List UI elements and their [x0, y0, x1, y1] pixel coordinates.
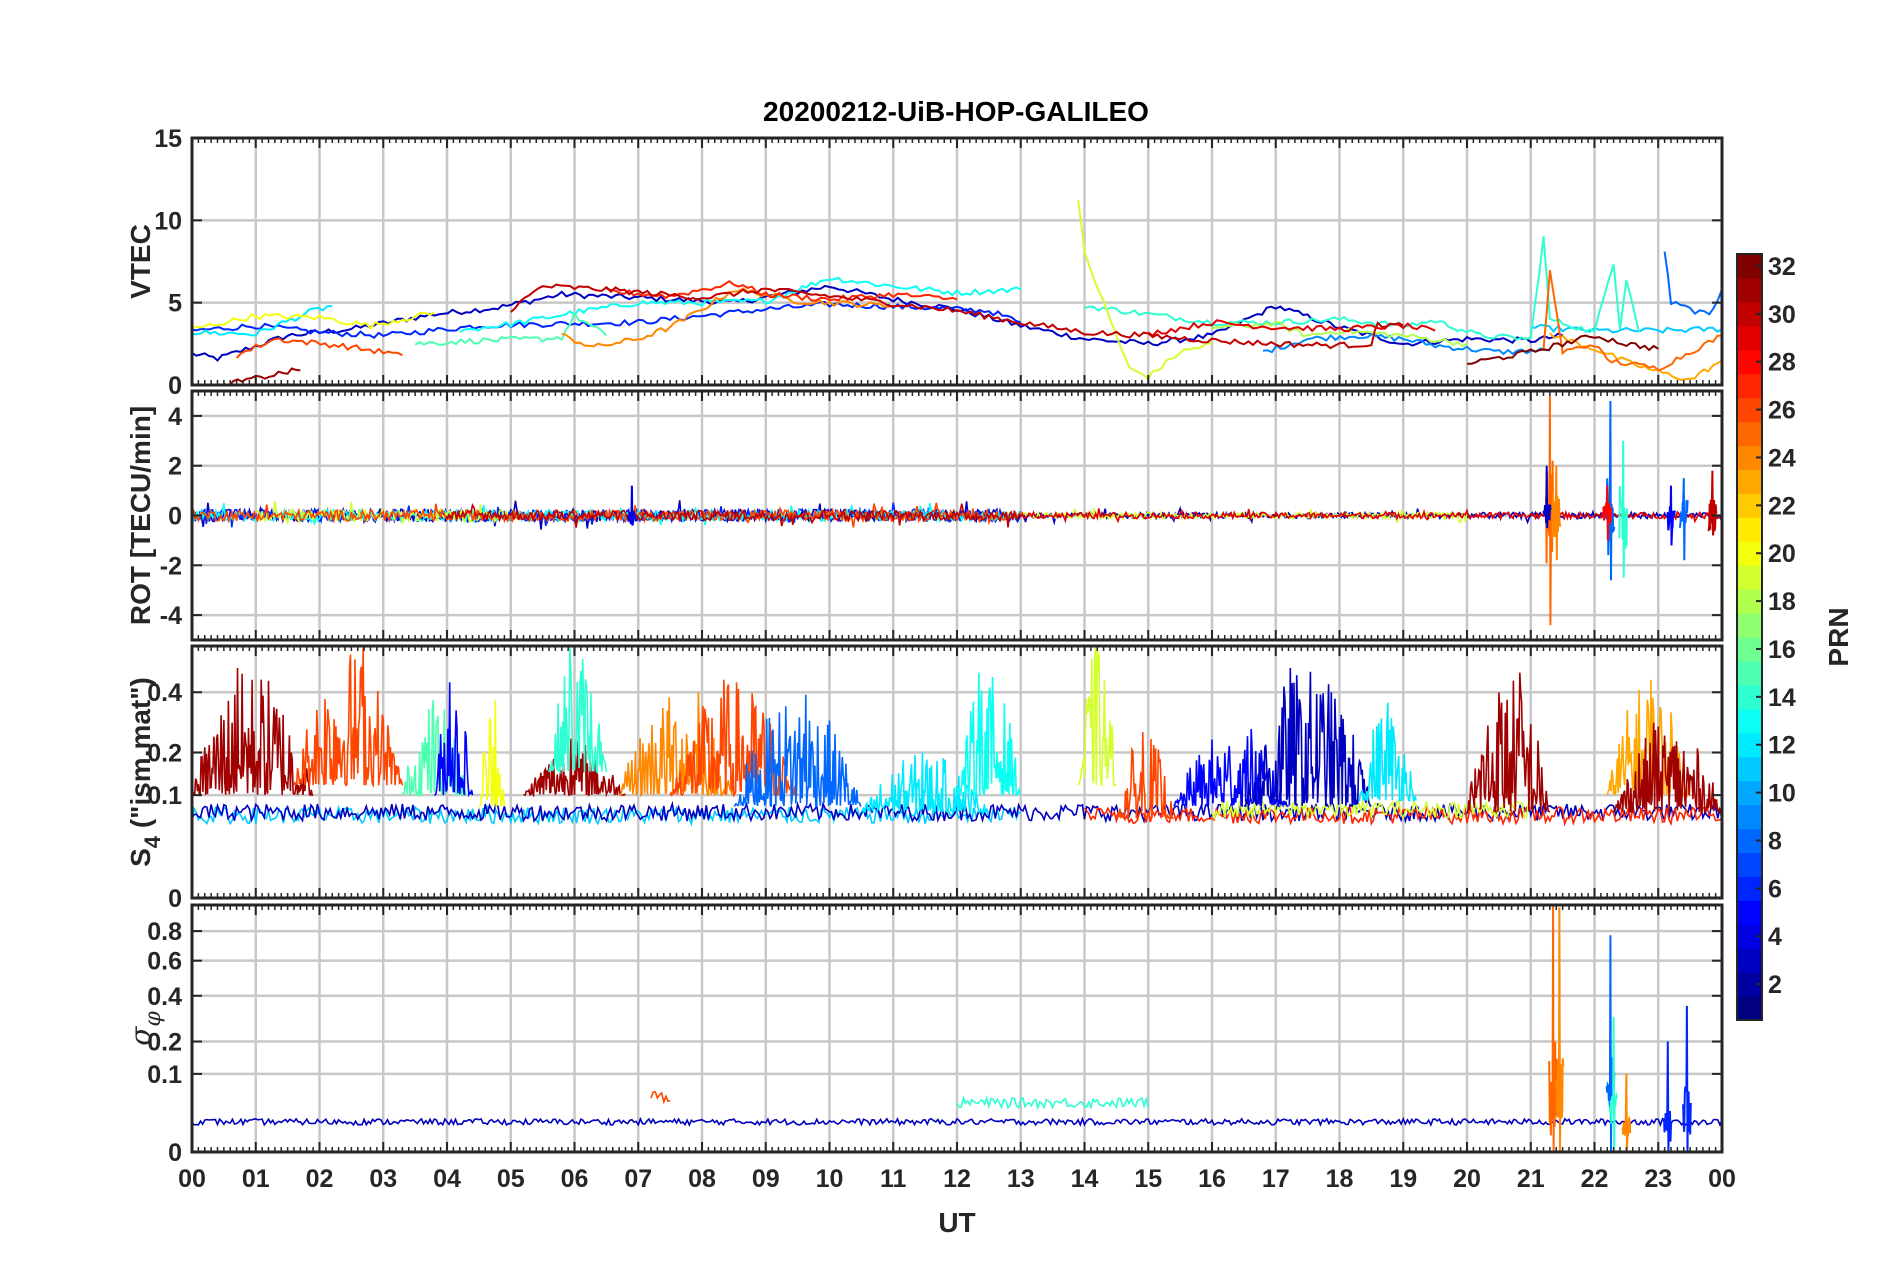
figure: 20200212-UiB-HOP-GALILEO 051015VTEC-4-20…: [124, 96, 1854, 1238]
y-axis-label-subscript: φ: [141, 1011, 166, 1027]
colorbar-tick-label: 30: [1768, 301, 1796, 329]
panel-3: 00.10.20.40.60.8σφ: [124, 903, 1724, 1167]
colorbar-segment: [1737, 373, 1762, 399]
panels: 0 5 10 15 VTEC -4 -2 0 2 4 ROT [TECU/min] 00.10.20.…: [124, 125, 1724, 1167]
x-tick-label: 05: [497, 1165, 525, 1193]
panel-2: 00.10.20.4S4 ("ism.mat"): [125, 644, 1724, 913]
y-tick-label: 0: [168, 1139, 182, 1167]
colorbar-tick-label: 26: [1768, 397, 1796, 425]
y-tick-label: -4: [160, 602, 182, 630]
y-tick-label: 4: [168, 403, 182, 431]
x-tick-label: 14: [1071, 1165, 1099, 1193]
x-tick-label: 11: [880, 1165, 907, 1193]
y-axis-label-main: S: [125, 848, 156, 867]
colorbar-segment: [1737, 517, 1762, 542]
colorbar-tick-label: 16: [1768, 636, 1796, 664]
colorbar-tick-label: 24: [1768, 444, 1796, 472]
y-axis-label: ROT [TECU/min]: [125, 406, 156, 625]
colorbar-tick-label: 28: [1768, 349, 1796, 377]
y-tick-label: 0: [168, 885, 182, 913]
y-tick-label: 0: [168, 372, 182, 400]
colorbar-segment: [1737, 660, 1762, 686]
colorbar-segment: [1737, 900, 1762, 925]
x-tick-label: 07: [624, 1165, 652, 1193]
x-axis-label: UT: [938, 1207, 975, 1238]
colorbar-segment: [1737, 756, 1762, 782]
y-tick-label: -2: [160, 552, 182, 580]
x-tick-label: 04: [433, 1165, 461, 1193]
x-tick-label: 00: [178, 1165, 206, 1193]
chart-title: 20200212-UiB-HOP-GALILEO: [763, 96, 1149, 127]
x-tick-label: 19: [1389, 1165, 1417, 1193]
colorbar-segment: [1737, 804, 1762, 830]
x-tick-label: 23: [1644, 1165, 1672, 1193]
colorbar-segment: [1737, 277, 1762, 303]
x-tick-label: 08: [688, 1165, 716, 1193]
x-tick-label: 01: [242, 1165, 270, 1193]
y-tick-label: 15: [154, 125, 182, 153]
panel-0: 0 5 10 15 VTEC: [125, 125, 1724, 400]
colorbar-tick-label: 18: [1768, 588, 1796, 616]
colorbar-tick-label: 22: [1768, 492, 1796, 520]
x-tick-label: 13: [1007, 1165, 1035, 1193]
y-tick-label: 0.4: [147, 983, 182, 1011]
colorbar-segment: [1737, 325, 1762, 351]
panel-1: -4 -2 0 2 4 ROT [TECU/min]: [125, 389, 1724, 642]
y-axis-label-rest: ("ism.mat"): [125, 677, 156, 836]
colorbar-segment: [1737, 852, 1762, 877]
x-tick-label: 10: [816, 1165, 844, 1193]
colorbar-tick-label: 32: [1768, 253, 1796, 281]
y-tick-label: 0.1: [147, 1061, 182, 1089]
colorbar-label: PRN: [1823, 607, 1854, 666]
y-tick-label: 0: [168, 503, 182, 531]
y-tick-label: 10: [154, 207, 182, 235]
x-tick-label: 20: [1453, 1165, 1481, 1193]
y-axis-label-subscript: 4: [140, 835, 165, 848]
y-axis-label-main: σ: [124, 1026, 157, 1046]
x-tick-label: 21: [1517, 1165, 1545, 1193]
colorbar-segment: [1737, 948, 1762, 973]
x-tick-label: 15: [1134, 1165, 1162, 1193]
x-tick-label: 17: [1262, 1165, 1290, 1193]
y-tick-label: 2: [168, 453, 182, 481]
colorbar-tick-label: 8: [1768, 827, 1782, 855]
colorbar-tick-label: 4: [1768, 923, 1782, 951]
y-tick-label: 5: [168, 290, 182, 318]
x-tick-label: 09: [752, 1165, 780, 1193]
x-tick-label: 03: [369, 1165, 397, 1193]
colorbar-tick-label: 2: [1768, 971, 1782, 999]
x-tick-label: 00: [1708, 1165, 1736, 1193]
colorbar: 2468101214161820222426283032PRN: [1736, 253, 1854, 1021]
x-tick-label: 02: [306, 1165, 334, 1193]
colorbar-tick-label: 14: [1768, 684, 1796, 712]
colorbar-segment: [1737, 613, 1762, 638]
colorbar-tick-label: 20: [1768, 540, 1796, 568]
x-tick-label: 18: [1326, 1165, 1354, 1193]
colorbar-segment: [1737, 421, 1762, 447]
x-tick-label: 16: [1198, 1165, 1226, 1193]
colorbar-segment: [1737, 996, 1762, 1021]
x-tick-label: 22: [1581, 1165, 1609, 1193]
y-tick-label: 0.8: [147, 918, 182, 946]
y-axis-label: VTEC: [125, 224, 156, 299]
y-tick-label: 0.6: [147, 948, 182, 976]
colorbar-segment: [1737, 708, 1762, 734]
colorbar-segment: [1737, 565, 1762, 590]
x-tick-label: 12: [943, 1165, 971, 1193]
colorbar-tick-label: 10: [1768, 780, 1796, 808]
colorbar-tick-label: 12: [1768, 732, 1796, 760]
colorbar-tick-label: 6: [1768, 875, 1782, 903]
x-tick-label: 06: [561, 1165, 589, 1193]
colorbar-segment: [1737, 469, 1762, 494]
